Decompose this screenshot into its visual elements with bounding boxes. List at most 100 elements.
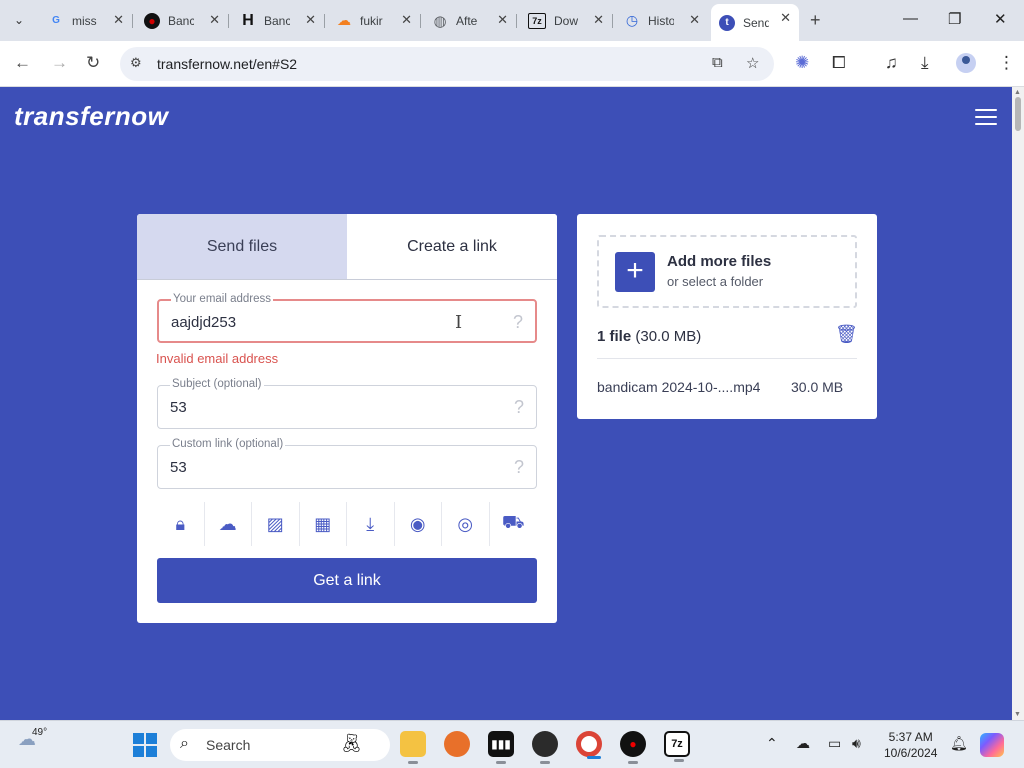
- notification-bell-icon[interactable]: 🔔︎: [950, 735, 968, 752]
- volume-icon[interactable]: 🔊︎: [852, 735, 861, 752]
- tab-4[interactable]: ◍ Afte ✕: [424, 6, 517, 35]
- close-icon[interactable]: ✕: [780, 10, 791, 26]
- close-icon[interactable]: ✕: [209, 12, 220, 28]
- subject-label: Subject (optional): [170, 378, 264, 390]
- extension-gear-icon[interactable]: ✺: [795, 53, 809, 73]
- custom-link-field[interactable]: Custom link (optional) 53 ?: [157, 438, 537, 489]
- tab-3[interactable]: ☁ fukir ✕: [328, 6, 421, 35]
- help-icon[interactable]: ?: [514, 397, 524, 418]
- email-error-message: Invalid email address: [156, 351, 279, 366]
- tab-7-active[interactable]: t Send ✕: [711, 4, 799, 41]
- plus-icon[interactable]: +: [615, 252, 655, 292]
- scrollbar-thumb[interactable]: [1015, 97, 1021, 131]
- download-icon[interactable]: ⤓: [347, 502, 395, 546]
- scroll-down-arrow-icon[interactable]: ▼: [1014, 711, 1021, 718]
- onedrive-icon[interactable]: ☁: [796, 735, 810, 752]
- taskbar-clock[interactable]: 5:37 AM 10/6/2024: [884, 729, 937, 761]
- tab-title: fukir: [360, 13, 383, 28]
- tab-title: Dow: [554, 13, 579, 28]
- bandicam-icon[interactable]: ●: [620, 731, 646, 764]
- forward-button[interactable]: →: [51, 53, 68, 73]
- tab-6[interactable]: ◷ Histo ✕: [616, 6, 708, 35]
- tab-create-link[interactable]: Create a link: [347, 214, 557, 279]
- new-tab-button[interactable]: +: [810, 10, 821, 31]
- help-icon[interactable]: ?: [514, 457, 524, 478]
- trash-icon[interactable]: 🗑︎: [835, 324, 858, 345]
- get-link-button[interactable]: Get a link: [157, 558, 537, 603]
- downloads-icon[interactable]: ⤓: [921, 53, 929, 73]
- menu-kebab-icon[interactable]: ⋮: [998, 53, 1015, 73]
- reload-button[interactable]: ↻: [86, 53, 100, 73]
- bookmark-star-icon[interactable]: ☆: [746, 54, 759, 72]
- firefox-icon[interactable]: [444, 731, 470, 757]
- weather-widget[interactable]: ☁ 49°: [18, 727, 47, 750]
- close-icon[interactable]: ✕: [593, 12, 604, 28]
- back-button[interactable]: ←: [14, 53, 31, 73]
- windows-taskbar: ☁ 49° ⌕ Search 🧸︎ ▮▮▮ ● 7z ⌃ ☁ ▭ 🔊︎ 5:37…: [0, 720, 1024, 768]
- google-icon: G: [52, 15, 60, 26]
- divider: [597, 358, 857, 359]
- media-control-icon[interactable]: ♫: [885, 53, 898, 73]
- extensions-puzzle-icon[interactable]: ⧠: [832, 53, 846, 73]
- calendar-icon[interactable]: ▦: [300, 502, 347, 546]
- close-icon[interactable]: ✕: [305, 12, 316, 28]
- help-icon[interactable]: ?: [513, 312, 523, 333]
- close-icon[interactable]: ✕: [497, 12, 508, 28]
- mode-tabs: Send files Create a link: [137, 214, 557, 280]
- minimize-button[interactable]: —: [903, 10, 918, 27]
- globe-icon[interactable]: ◉: [395, 502, 442, 546]
- record-icon: ●: [144, 12, 160, 29]
- cart-icon[interactable]: ⛟: [490, 502, 538, 546]
- tray-overflow-icon[interactable]: ⌃: [766, 735, 778, 752]
- site-info-icon[interactable]: ⚙: [130, 55, 142, 71]
- copilot-icon[interactable]: [980, 733, 1004, 757]
- subject-value: 53: [170, 399, 187, 416]
- tab-5[interactable]: 7z Dow ✕: [520, 6, 613, 35]
- close-icon[interactable]: ✕: [689, 12, 700, 28]
- restore-button[interactable]: ❐: [948, 10, 961, 28]
- obs-icon[interactable]: [532, 731, 558, 764]
- tab-0[interactable]: G miss ✕: [40, 6, 133, 35]
- hamburger-menu-icon[interactable]: [975, 109, 997, 127]
- profile-avatar[interactable]: [956, 53, 976, 73]
- file-explorer-icon[interactable]: [400, 731, 426, 764]
- audio-app-icon[interactable]: ▮▮▮: [488, 731, 514, 764]
- file-count-number: 1 file: [597, 328, 632, 345]
- install-app-icon[interactable]: ⧉: [712, 54, 723, 71]
- tab-1[interactable]: ● Banc ✕: [136, 6, 229, 35]
- history-icon: ◷: [625, 12, 639, 28]
- taskbar-search-text: Search: [206, 737, 251, 753]
- file-name: bandicam 2024-10-....mp4: [597, 379, 761, 395]
- cloud-upload-icon[interactable]: ☁: [205, 502, 252, 546]
- 7zip-icon[interactable]: 7z: [664, 731, 690, 762]
- tab-strip: ⌄ G miss ✕ ● Banc ✕ H Banc ✕ ☁ fukir ✕ ◍…: [0, 0, 1024, 41]
- start-button[interactable]: [133, 733, 157, 757]
- close-icon[interactable]: ✕: [401, 12, 412, 28]
- page-scrollbar[interactable]: ▲ ▼: [1012, 87, 1024, 720]
- address-bar[interactable]: ⚙ transfernow.net/en#S2 ⧉ ☆: [120, 47, 774, 81]
- taskbar-search[interactable]: ⌕ Search 🧸︎: [170, 729, 390, 761]
- weather-temp: 49°: [32, 727, 48, 738]
- email-field[interactable]: Your email address aajdjd253 I ?: [157, 293, 537, 343]
- transfernow-logo[interactable]: transfernow: [14, 101, 168, 132]
- files-panel: + Add more files or select a folder 1 fi…: [577, 214, 877, 419]
- close-window-button[interactable]: ✕: [994, 10, 1007, 28]
- text-cursor-icon: I: [455, 312, 463, 333]
- subject-field[interactable]: Subject (optional) 53 ?: [157, 378, 537, 429]
- image-icon[interactable]: ▨: [252, 502, 300, 546]
- chrome-icon[interactable]: [576, 731, 602, 759]
- add-files-subtitle: or select a folder: [667, 274, 764, 289]
- tab-send-files[interactable]: Send files: [137, 214, 347, 279]
- tab-2[interactable]: H Banc ✕: [232, 6, 325, 35]
- network-icon[interactable]: ▭: [828, 735, 841, 752]
- add-files-dropzone[interactable]: + Add more files or select a folder: [597, 235, 857, 308]
- transfernow-icon: t: [719, 14, 735, 31]
- clock-time: 5:37 AM: [888, 730, 933, 744]
- close-icon[interactable]: ✕: [113, 12, 124, 28]
- tab-title: Afte: [456, 13, 478, 28]
- eye-icon[interactable]: ◎: [442, 502, 490, 546]
- transfer-options: 🔒︎ ☁ ▨ ▦ ⤓ ◉ ◎ ⛟: [157, 502, 537, 546]
- scroll-up-arrow-icon[interactable]: ▲: [1014, 89, 1021, 96]
- tab-search-button[interactable]: ⌄: [6, 8, 32, 32]
- lock-icon[interactable]: 🔒︎: [157, 502, 205, 546]
